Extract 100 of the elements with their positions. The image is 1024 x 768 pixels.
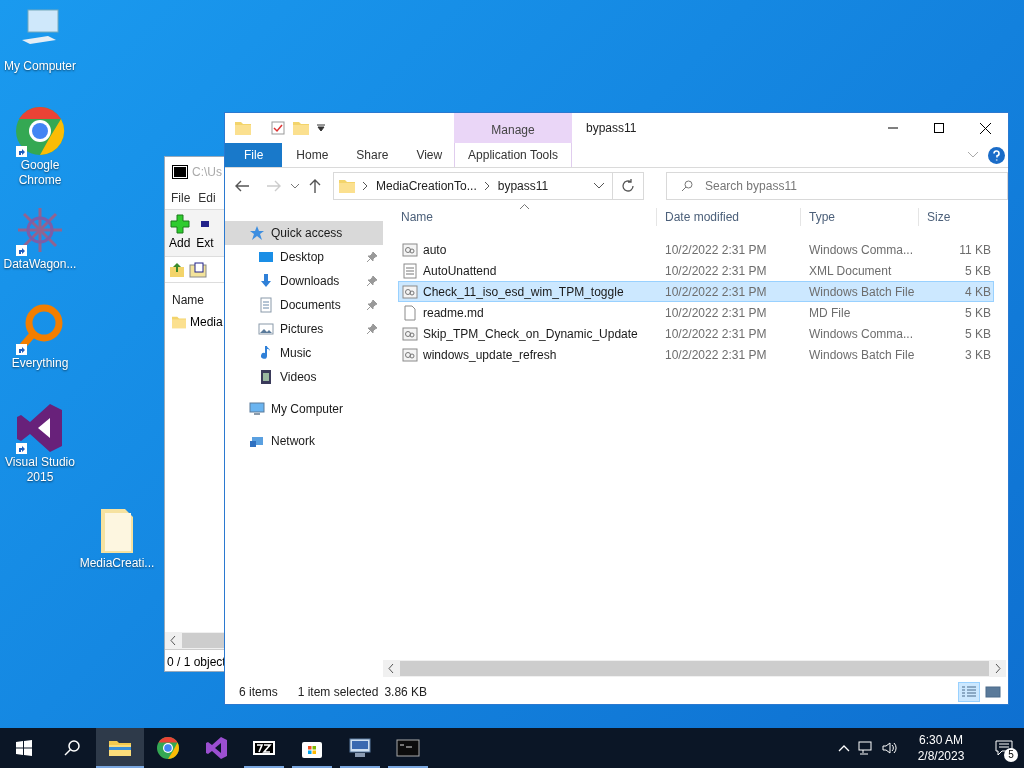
chevron-down-icon[interactable] bbox=[291, 183, 299, 189]
menu-item[interactable]: File bbox=[171, 189, 191, 207]
column-header[interactable]: Name bbox=[165, 283, 225, 309]
script-gears-icon bbox=[402, 241, 418, 258]
details-list-icon bbox=[961, 686, 977, 698]
folder-icon bbox=[172, 315, 186, 329]
notification-count-badge: 5 bbox=[1004, 748, 1018, 762]
file-row[interactable]: readme.md 10/2/2022 2:31 PM MD File 5 KB bbox=[398, 302, 994, 323]
desktop-icon-label[interactable]: MediaCreati... bbox=[79, 556, 155, 571]
selection-status: 1 item selected bbox=[297, 684, 379, 701]
sidebar-item[interactable]: Pictures bbox=[225, 317, 383, 341]
window-title: bypass11 bbox=[586, 120, 638, 137]
new-folder-icon bbox=[293, 121, 309, 135]
chrome-icon bbox=[156, 736, 180, 760]
visual-studio-icon bbox=[204, 736, 228, 760]
notifications-icon bbox=[995, 740, 1013, 756]
date-modified-cell-text: 10/2/2022 2:31 PM bbox=[664, 346, 768, 364]
file-row[interactable]: windows_update_refresh 10/2/2022 2:31 PM Windows Batch File 3 KB bbox=[398, 344, 994, 365]
clock-date[interactable]: 2/8/2023 bbox=[917, 748, 965, 764]
ribbon-tab[interactable]: Home bbox=[282, 143, 343, 167]
archive-folder-icon bbox=[189, 261, 207, 278]
taskbar-app-button[interactable] bbox=[96, 728, 144, 768]
chevron-right-icon[interactable] bbox=[363, 182, 368, 190]
clock-time[interactable]: 6:30 AM bbox=[919, 732, 963, 748]
search-input[interactable]: Search bypass11 bbox=[705, 177, 1007, 195]
film-icon bbox=[258, 369, 274, 385]
download-arrow-icon bbox=[258, 273, 274, 289]
toolbar-button[interactable]: Add bbox=[169, 214, 191, 252]
horizontal-scrollbar[interactable] bbox=[383, 660, 1006, 677]
sidebar-item[interactable]: Videos bbox=[225, 365, 383, 389]
file-name: Media bbox=[190, 314, 223, 331]
folder-icon bbox=[339, 179, 355, 193]
column-header[interactable]: Size bbox=[918, 208, 994, 226]
file-size-cell-text: 5 KB bbox=[964, 304, 992, 322]
back-arrow-icon[interactable] bbox=[235, 180, 249, 192]
file-row[interactable]: AutoUnattend 10/2/2022 2:31 PM XML Document 5 KB bbox=[398, 260, 994, 281]
horizontal-scrollbar[interactable] bbox=[165, 632, 225, 649]
search-icon bbox=[64, 740, 80, 756]
properties-check-icon[interactable] bbox=[271, 121, 285, 135]
sidebar-item[interactable]: Music bbox=[225, 341, 383, 365]
file-size-cell-text: 5 KB bbox=[964, 262, 992, 280]
column-header[interactable]: Name bbox=[398, 208, 656, 226]
sidebar-item[interactable]: Documents bbox=[225, 293, 383, 317]
ribbon-tab[interactable]: View bbox=[402, 143, 457, 167]
column-header[interactable]: Date modified bbox=[656, 208, 800, 226]
sidebar-item[interactable]: Desktop bbox=[225, 245, 383, 269]
file-name: Check_11_iso_esd_wim_TPM_toggle bbox=[423, 283, 624, 301]
menu-item[interactable]: Edi bbox=[198, 189, 216, 207]
ribbon-tab[interactable]: Share bbox=[342, 143, 403, 167]
chevron-up-icon[interactable] bbox=[838, 744, 850, 752]
file-size-cell-text: 11 KB bbox=[958, 241, 992, 259]
pin-icon[interactable] bbox=[367, 324, 377, 334]
file-type-cell-text: MD File bbox=[808, 304, 852, 322]
notifications-button[interactable]: 5 bbox=[984, 728, 1024, 768]
maximize-icon bbox=[934, 123, 944, 133]
up-arrow-icon[interactable] bbox=[309, 179, 321, 193]
address-bar[interactable]: MediaCreationTo... bypass11 bbox=[333, 172, 644, 200]
file-row[interactable]: auto 10/2/2022 2:31 PM Windows Comma... 11 KB bbox=[398, 239, 994, 260]
refresh-icon[interactable] bbox=[621, 179, 635, 193]
folder-up-icon[interactable] bbox=[169, 261, 185, 278]
pin-icon[interactable] bbox=[367, 300, 377, 310]
plus-icon bbox=[169, 214, 190, 234]
network-icon[interactable] bbox=[858, 740, 874, 756]
column-header[interactable]: Type bbox=[800, 208, 918, 226]
file-size-cell-text: 3 KB bbox=[964, 346, 992, 364]
file-name: auto bbox=[423, 241, 447, 259]
file-type-cell-text: Windows Batch File bbox=[808, 283, 916, 301]
windows-logo-icon bbox=[16, 740, 32, 756]
chevron-down-icon[interactable] bbox=[594, 183, 604, 189]
file-menu-tab[interactable]: File bbox=[225, 143, 283, 167]
toolbar-button[interactable]: Ext bbox=[196, 214, 214, 252]
sidebar-item[interactable]: Downloads bbox=[225, 269, 383, 293]
search-field[interactable]: Search bypass11 bbox=[666, 172, 1008, 200]
caret-icon[interactable] bbox=[317, 124, 325, 132]
file-name: windows_update_refresh bbox=[423, 346, 557, 364]
script-gears-icon bbox=[402, 325, 418, 342]
file-type-cell-text: Windows Comma... bbox=[808, 325, 915, 343]
help-icon[interactable] bbox=[988, 146, 1005, 164]
blank-document-icon bbox=[402, 304, 418, 321]
chevron-right-icon[interactable] bbox=[484, 182, 490, 190]
pin-icon[interactable] bbox=[367, 276, 377, 286]
terminal-icon bbox=[396, 736, 420, 760]
xml-document-icon bbox=[402, 262, 418, 279]
window-title: C:\Us bbox=[192, 164, 222, 181]
file-row[interactable]: Check_11_iso_esd_wim_TPM_toggle 10/2/2022 2:31 PM Windows Batch File 4 KB bbox=[398, 281, 994, 302]
sidebar-item[interactable]: Network bbox=[225, 429, 383, 453]
selection-size: 3.86 KB bbox=[384, 684, 428, 701]
file-name: Skip_TPM_Check_on_Dynamic_Update bbox=[423, 325, 638, 343]
large-icons-icon bbox=[985, 686, 1001, 698]
breadcrumb-item[interactable]: bypass11 bbox=[497, 177, 549, 195]
file-row[interactable]: Skip_TPM_Check_on_Dynamic_Update 10/2/2022 2:31 PM Windows Comma... 5 KB bbox=[398, 323, 994, 344]
search-icon bbox=[681, 180, 693, 192]
date-modified-cell-text: 10/2/2022 2:31 PM bbox=[664, 241, 768, 259]
pin-icon[interactable] bbox=[367, 252, 377, 262]
speaker-icon[interactable] bbox=[882, 740, 898, 756]
remote-desktop-icon bbox=[348, 736, 372, 760]
sidebar-item[interactable]: Quick access bbox=[225, 221, 383, 245]
file-name: AutoUnattend bbox=[423, 262, 497, 280]
sidebar-item[interactable]: My Computer bbox=[225, 397, 383, 421]
breadcrumb-item[interactable]: MediaCreationTo... bbox=[376, 177, 477, 195]
